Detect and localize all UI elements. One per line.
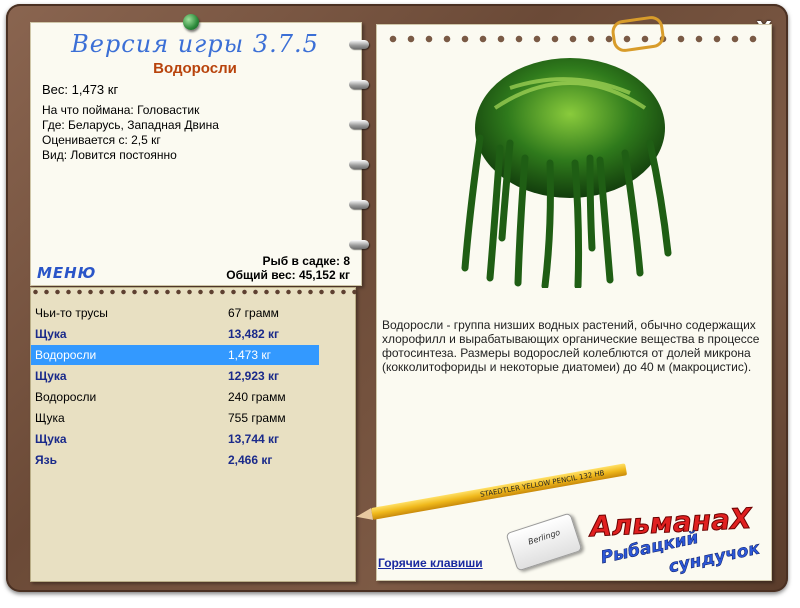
binder-ring: [349, 200, 369, 209]
catch-row[interactable]: Водоросли 240 грамм: [31, 387, 319, 407]
notebook-holes: [388, 34, 758, 44]
pin-icon: [183, 14, 199, 30]
catch-row[interactable]: Щука 12,923 кг: [31, 366, 319, 386]
fish-weight: Вес: 1,473 кг: [42, 82, 119, 97]
hotkeys-link[interactable]: Горячие клавиши: [378, 556, 483, 570]
fish-kind: Вид: Ловится постоянно: [42, 148, 177, 162]
catch-row-selected[interactable]: Водоросли 1,473 кг: [31, 345, 319, 365]
catch-weight: 2,466 кг: [228, 453, 273, 467]
catch-weight: 240 грамм: [228, 390, 286, 404]
fish-description: Водоросли - группа низших водных растени…: [382, 318, 760, 374]
binder-ring: [349, 240, 369, 249]
binder-ring: [349, 120, 369, 129]
binder-ring: [349, 80, 369, 89]
catch-name: Щука: [35, 327, 67, 341]
catch-name: Язь: [35, 453, 57, 467]
catch-weight: 755 грамм: [228, 411, 286, 425]
catch-weight: 12,923 кг: [228, 369, 280, 383]
catch-name: Водоросли: [35, 390, 97, 404]
catch-name: Водоросли: [35, 348, 97, 362]
total-weight: Общий вес: 45,152 кг: [226, 268, 350, 282]
list-binding-holes: [30, 289, 356, 295]
catch-weight: 13,744 кг: [228, 432, 280, 446]
catch-row[interactable]: Язь 2,466 кг: [31, 450, 319, 470]
catch-row[interactable]: Щука 13,482 кг: [31, 324, 319, 344]
seaweed-image: [461, 58, 672, 288]
catch-weight: 67 грамм: [228, 306, 279, 320]
catch-row[interactable]: Щука 755 грамм: [31, 408, 319, 428]
menu-link[interactable]: МЕНЮ: [37, 264, 96, 282]
binder-ring: [349, 40, 369, 49]
catch-name: Щука: [35, 411, 65, 425]
fish-valued-from: Оценивается с: 2,5 кг: [42, 133, 161, 147]
catch-name: Щука: [35, 369, 67, 383]
eraser-label: Berlingo: [526, 527, 562, 547]
fish-count: Рыб в садке: 8: [262, 254, 350, 268]
catch-row[interactable]: Чьи-то трусы 67 грамм: [31, 303, 319, 323]
fish-location: Где: Беларусь, Западная Двина: [42, 118, 219, 132]
catch-weight: 13,482 кг: [228, 327, 280, 341]
binder-ring: [349, 160, 369, 169]
catch-name: Щука: [35, 432, 67, 446]
fish-bait: На что поймана: Головастик: [42, 103, 200, 117]
catch-name: Чьи-то трусы: [35, 306, 108, 320]
catch-weight: 1,473 кг: [228, 348, 271, 362]
catch-row[interactable]: Щука 13,744 кг: [31, 429, 319, 449]
fish-title: Водоросли: [153, 60, 237, 77]
game-version: Версия игры 3.7.5: [71, 30, 319, 58]
